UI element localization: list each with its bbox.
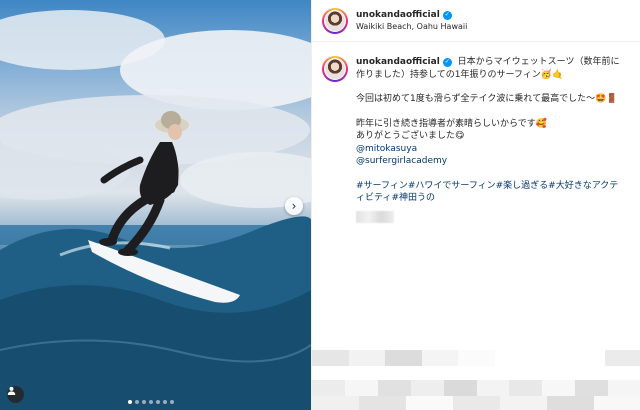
post-caption: unokandaofficial ✓ 日本からマイウェットスーツ（数年前に作りま…: [312, 42, 640, 223]
verified-badge-icon: ✓: [442, 10, 452, 20]
mention-link[interactable]: @surfergirlacademy: [356, 155, 626, 168]
carousel-dot: [149, 400, 153, 404]
location-link[interactable]: Waikiki Beach, Oahu Hawaii: [356, 22, 467, 31]
caption-avatar[interactable]: [322, 56, 348, 82]
carousel-next-button[interactable]: ›: [285, 197, 303, 215]
obscured-actions: [312, 380, 640, 396]
chevron-right-icon: ›: [291, 199, 297, 213]
caption-text: 今回は初めて1度も滑らず全テイク波に乗れて最高でした〜🤩🚪: [356, 94, 618, 104]
post-photo[interactable]: ›: [0, 0, 311, 410]
carousel-dot: [170, 400, 174, 404]
carousel-indicator: [128, 400, 174, 404]
hashtag-links[interactable]: #サーフィン#ハワイでサーフィン#楽し過ぎる#大好きなアクティビティ#神田うの: [356, 180, 626, 205]
obscured-comments: [312, 350, 640, 366]
user-tag-button[interactable]: [7, 386, 24, 403]
verified-badge-icon: ✓: [442, 57, 452, 67]
carousel-dot: [135, 400, 139, 404]
username-link[interactable]: unokandaofficial ✓: [356, 10, 467, 20]
post-header: unokandaofficial ✓ Waikiki Beach, Oahu H…: [312, 0, 640, 42]
mention-link[interactable]: @mitokasuya: [356, 143, 626, 156]
post-side-panel: unokandaofficial ✓ Waikiki Beach, Oahu H…: [311, 0, 640, 410]
caption-username-link[interactable]: unokandaofficial ✓: [356, 56, 452, 69]
carousel-dot: [163, 400, 167, 404]
avatar[interactable]: [322, 7, 348, 34]
post-timestamp: [356, 210, 394, 223]
carousel-dot: [128, 400, 132, 404]
caption-text: ありがとうございました😋: [356, 131, 465, 141]
caption-username[interactable]: unokandaofficial: [356, 56, 440, 69]
carousel-dot: [142, 400, 146, 404]
obscured-footer: [312, 396, 640, 410]
caption-text: 昨年に引き続き指導者が素晴らしいからです🥰: [356, 118, 547, 129]
user-tag-icon: [7, 386, 16, 395]
carousel-dot: [156, 400, 160, 404]
surf-scene: [0, 10, 311, 410]
username[interactable]: unokandaofficial: [356, 10, 440, 20]
